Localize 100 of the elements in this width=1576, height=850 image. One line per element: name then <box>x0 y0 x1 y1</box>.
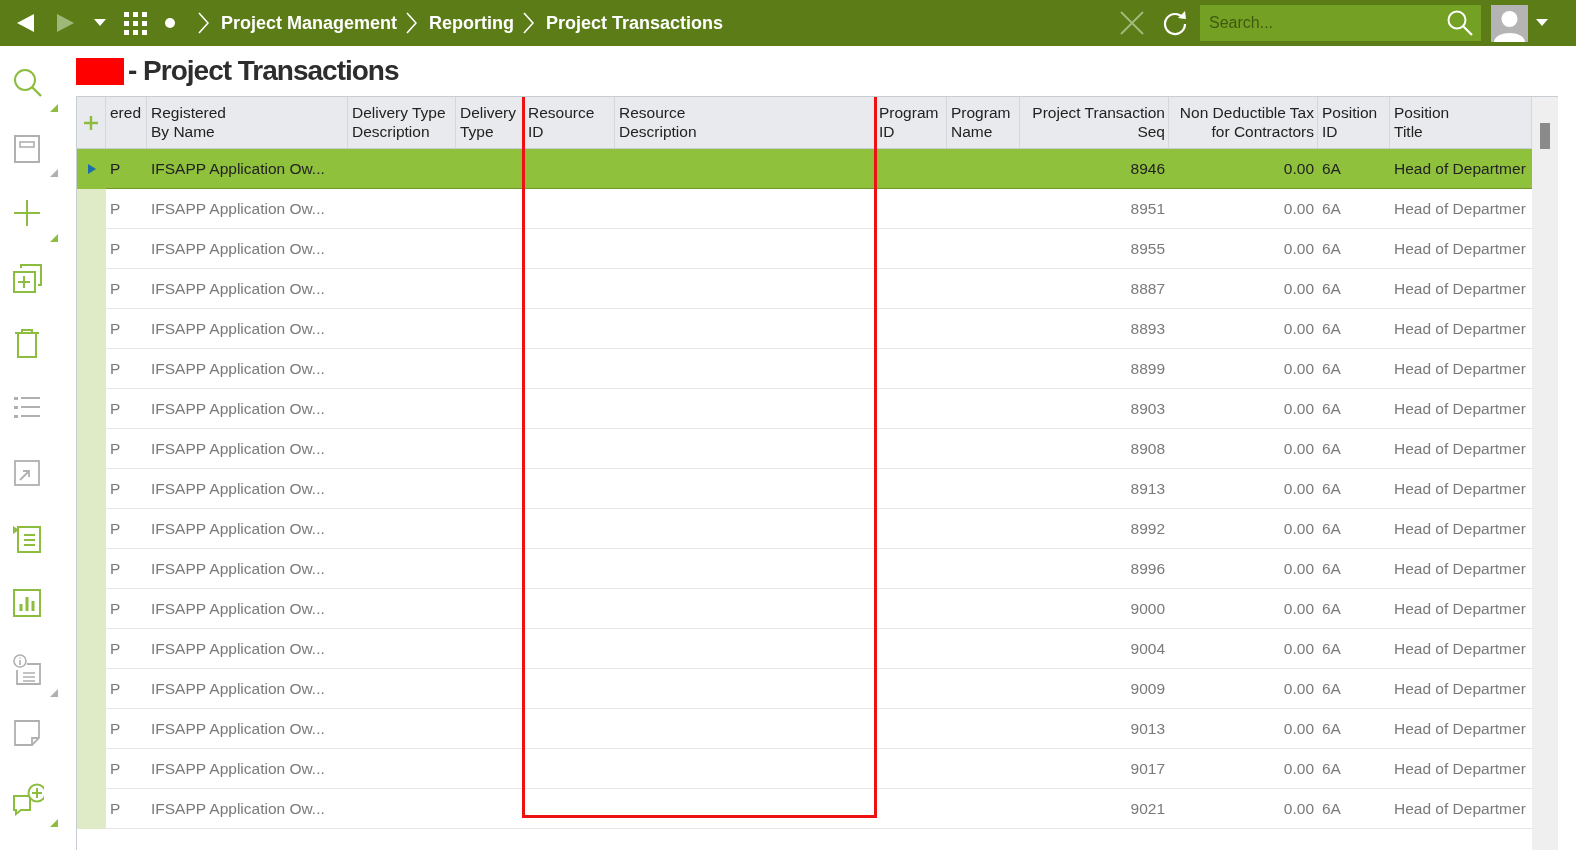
table-cell: IFSAPP Application Ow... <box>147 549 348 589</box>
table-cell: IFSAPP Application Ow... <box>147 229 348 269</box>
table-cell: P <box>106 469 147 509</box>
column-header[interactable]: Program ID <box>875 97 947 149</box>
table-cell: 0.00 <box>1169 149 1318 189</box>
table-cell: P <box>106 149 147 189</box>
caret-icon[interactable] <box>1536 19 1548 27</box>
table-cell: 8946 <box>1020 149 1169 189</box>
table-cell: IFSAPP Application Ow... <box>147 669 348 709</box>
column-header[interactable]: Delivery Type Description <box>348 97 456 149</box>
table-cell: 9000 <box>1020 589 1169 629</box>
refresh-icon[interactable] <box>1162 10 1188 36</box>
comment-add-icon[interactable] <box>12 783 44 816</box>
add-row-icon[interactable] <box>83 114 99 131</box>
table-cell: 0.00 <box>1169 789 1318 829</box>
column-header[interactable]: Program Name <box>947 97 1020 149</box>
table-cell: P <box>106 789 147 829</box>
table-cell: P <box>106 269 147 309</box>
table-cell: 6A <box>1318 389 1390 429</box>
table-cell: P <box>106 629 147 669</box>
table-cell: P <box>106 189 147 229</box>
column-header[interactable]: Resource Description <box>615 97 875 149</box>
table-cell: P <box>106 349 147 389</box>
table-cell: 8887 <box>1020 269 1169 309</box>
table-cell: Head of Departmer <box>1390 149 1532 189</box>
scrollbar[interactable] <box>1532 97 1558 850</box>
duplicate-icon[interactable] <box>12 263 44 296</box>
column-header[interactable]: Non Deductible Tax for Contractors <box>1169 97 1318 149</box>
table-cell: IFSAPP Application Ow... <box>147 509 348 549</box>
column-header[interactable]: Registered By Name <box>147 97 348 149</box>
table-cell: IFSAPP Application Ow... <box>147 589 348 629</box>
chevron-icon <box>197 12 209 34</box>
table-cell: 6A <box>1318 269 1390 309</box>
table-cell: P <box>106 749 147 789</box>
scrollbar-thumb[interactable] <box>1540 123 1550 149</box>
column-header[interactable]: ered <box>106 97 147 149</box>
table-cell: P <box>106 709 147 749</box>
table-cell: IFSAPP Application Ow... <box>147 429 348 469</box>
breadcrumb-link[interactable]: Reporting <box>429 12 515 34</box>
forward-icon[interactable] <box>54 12 76 34</box>
table-cell: 0.00 <box>1169 389 1318 429</box>
table-cell: 9004 <box>1020 629 1169 669</box>
menu-corner-icon[interactable] <box>50 104 58 112</box>
table-cell: P <box>106 229 147 269</box>
breadcrumb-link[interactable]: Project Management <box>221 12 398 34</box>
list-document-icon[interactable] <box>12 523 44 556</box>
table-cell: 0.00 <box>1169 749 1318 789</box>
table-cell: 8955 <box>1020 229 1169 269</box>
table-cell: 0.00 <box>1169 189 1318 229</box>
table-cell: 9017 <box>1020 749 1169 789</box>
table-cell: P <box>106 509 147 549</box>
apps-grid-icon[interactable] <box>124 11 147 35</box>
caret-icon[interactable] <box>94 19 106 27</box>
table-cell: 6A <box>1318 589 1390 629</box>
search-icon[interactable] <box>1447 10 1473 36</box>
chevron-icon <box>522 12 535 34</box>
column-header[interactable]: Project Transaction Seq <box>1020 97 1169 149</box>
table-cell: 0.00 <box>1169 309 1318 349</box>
table-cell: 0.00 <box>1169 229 1318 269</box>
page-title: - Project Transactions <box>128 55 399 87</box>
breadcrumb-link[interactable]: Project Transactions <box>546 12 724 34</box>
table-cell: IFSAPP Application Ow... <box>147 389 348 429</box>
table-cell: 6A <box>1318 429 1390 469</box>
column-header[interactable]: Delivery Type <box>456 97 524 149</box>
table-cell: 6A <box>1318 349 1390 389</box>
table-cell: 8899 <box>1020 349 1169 389</box>
table-cell: 6A <box>1318 709 1390 749</box>
table-cell: 8996 <box>1020 549 1169 589</box>
table-cell: 8908 <box>1020 429 1169 469</box>
table-cell: 8951 <box>1020 189 1169 229</box>
table-cell: 8903 <box>1020 389 1169 429</box>
table-cell: 6A <box>1318 549 1390 589</box>
table-cell: 6A <box>1318 509 1390 549</box>
table-cell: IFSAPP Application Ow... <box>147 269 348 309</box>
column-header[interactable]: Resource ID <box>524 97 615 149</box>
table-cell: 0.00 <box>1169 269 1318 309</box>
row-selector[interactable] <box>77 149 106 189</box>
dot-icon[interactable] <box>165 18 175 28</box>
table-cell: 8893 <box>1020 309 1169 349</box>
table-cell: 0.00 <box>1169 509 1318 549</box>
table-cell: 8913 <box>1020 469 1169 509</box>
chevron-icon <box>405 12 418 34</box>
table-cell: IFSAPP Application Ow... <box>147 749 348 789</box>
table-cell: 6A <box>1318 789 1390 829</box>
table-cell: IFSAPP Application Ow... <box>147 189 348 229</box>
table-cell: 9013 <box>1020 709 1169 749</box>
table-cell: P <box>106 429 147 469</box>
table-cell: P <box>106 389 147 429</box>
table-cell: 0.00 <box>1169 669 1318 709</box>
table-cell: P <box>106 589 147 629</box>
search-field[interactable]: Search... <box>1200 5 1481 41</box>
table-cell: 0.00 <box>1169 589 1318 629</box>
table-cell: 6A <box>1318 629 1390 669</box>
menu-corner-icon[interactable] <box>50 819 58 827</box>
menu-corner-icon[interactable] <box>50 234 58 242</box>
column-header[interactable]: Position ID <box>1318 97 1390 149</box>
avatar-icon[interactable] <box>1491 4 1528 42</box>
close-icon[interactable] <box>1120 11 1144 35</box>
table-cell: P <box>106 549 147 589</box>
column-header[interactable]: Position Title <box>1390 97 1532 149</box>
